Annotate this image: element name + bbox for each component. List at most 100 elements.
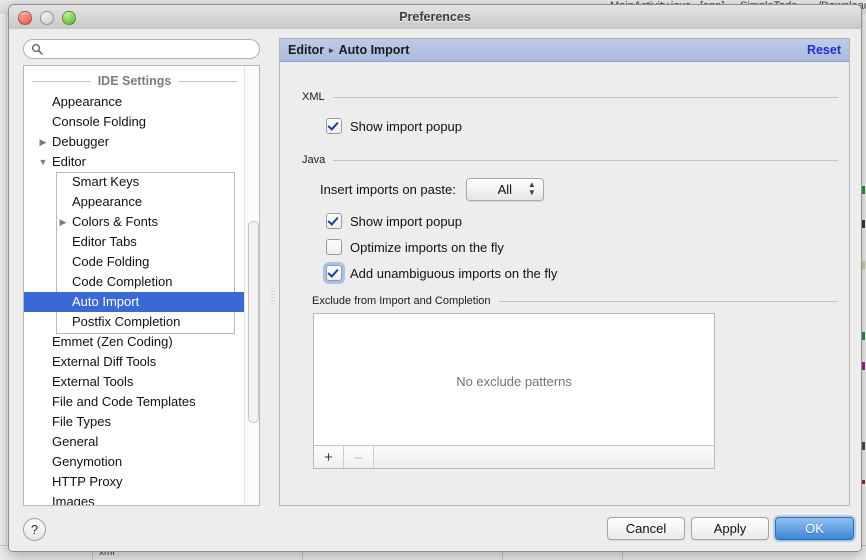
insert-imports-select[interactable]: All ▲ ▼ — [465, 178, 544, 201]
sidebar-item-postfix-completion[interactable]: Postfix Completion — [24, 312, 245, 332]
twisty-none-icon — [34, 492, 52, 505]
twisty-none-icon — [34, 412, 52, 432]
add-exclude-pattern-button[interactable]: + — [314, 446, 344, 468]
auto-import-settings-body: XML Show import popup Java Insert import… — [280, 61, 849, 505]
twisty-none-icon — [54, 172, 72, 192]
section-rule — [332, 96, 838, 98]
twisty-none-icon — [34, 332, 52, 352]
checkbox-label: Show import popup — [350, 213, 463, 229]
section-rule — [498, 300, 838, 302]
checkbox-row-optimize-imports-on-the-fly[interactable]: Optimize imports on the fly — [326, 239, 504, 255]
sidebar-item-emmet[interactable]: Emmet (Zen Coding) — [24, 332, 245, 352]
checkbox-java-show-import-popup[interactable] — [326, 213, 342, 229]
settings-tree-scroll-area: IDE Settings Appearance Console Folding — [24, 66, 245, 505]
exclude-patterns-list[interactable]: No exclude patterns + – — [313, 313, 715, 469]
sidebar-item-editor-appearance[interactable]: Appearance — [24, 192, 245, 212]
section-header-exclude: Exclude from Import and Completion — [312, 295, 838, 307]
checkbox-row-add-unambiguous-imports-on-the-fly[interactable]: Add unambiguous imports on the fly — [326, 265, 557, 281]
sidebar-item-label: Colors & Fonts — [72, 214, 158, 229]
breadcrumb-parent[interactable]: Editor — [288, 43, 324, 57]
sidebar-item-label: Code Folding — [72, 254, 150, 269]
chevron-right-icon: ▸ — [329, 44, 334, 55]
group-rule-right — [178, 80, 237, 82]
sidebar-item-label: Smart Keys — [72, 174, 140, 189]
exclude-list-toolbar: + – — [314, 445, 714, 468]
twisty-none-icon — [34, 112, 52, 132]
ok-button[interactable]: OK — [775, 517, 854, 540]
splitter-grip-icon — [271, 287, 275, 305]
sidebar-item-editor[interactable]: ▼ Editor — [24, 152, 245, 172]
chevron-right-icon[interactable]: ▶ — [34, 132, 52, 152]
settings-detail-pane: Editor ▸ Auto Import Reset XML Show impo… — [279, 38, 850, 506]
dialog-title: Preferences — [399, 10, 471, 24]
twisty-none-icon — [54, 292, 72, 312]
breadcrumb: Editor ▸ Auto Import Reset — [280, 39, 849, 62]
checkbox-add-unambiguous-imports-on-the-fly[interactable] — [326, 265, 342, 281]
cancel-button[interactable]: Cancel — [607, 517, 685, 540]
reset-link[interactable]: Reset — [807, 39, 841, 61]
sidebar-item-console-folding[interactable]: Console Folding — [24, 112, 245, 132]
sidebar-scrollbar[interactable] — [244, 66, 259, 505]
checkbox-row-java-show-import-popup[interactable]: Show import popup — [326, 213, 462, 229]
sidebar-group-label: IDE Settings — [97, 74, 172, 88]
sidebar-item-debugger[interactable]: ▶ Debugger — [24, 132, 245, 152]
twisty-none-icon — [54, 252, 72, 272]
section-header-java: Java — [302, 154, 838, 166]
twisty-none-icon — [34, 392, 52, 412]
help-button[interactable]: ? — [23, 518, 46, 541]
insert-imports-label: Insert imports on paste: — [320, 182, 456, 197]
sidebar-item-external-diff-tools[interactable]: External Diff Tools — [24, 352, 245, 372]
sidebar-item-editor-tabs[interactable]: Editor Tabs — [24, 232, 245, 252]
stepper-arrows-icon: ▲ ▼ — [527, 180, 536, 197]
sidebar-item-external-tools[interactable]: External Tools — [24, 372, 245, 392]
sidebar-item-file-types[interactable]: File Types — [24, 412, 245, 432]
twisty-none-icon — [54, 192, 72, 212]
remove-exclude-pattern-button: – — [344, 446, 374, 468]
twisty-none-icon — [34, 432, 52, 452]
apply-button[interactable]: Apply — [691, 517, 769, 540]
sidebar-item-auto-import[interactable]: Auto Import — [24, 292, 245, 312]
sidebar-scrollbar-thumb[interactable] — [248, 221, 259, 423]
settings-tree-rows: Appearance Console Folding ▶ Debugger ▼ — [24, 92, 245, 505]
exclude-empty-text: No exclude patterns — [456, 374, 572, 389]
twisty-none-icon — [34, 92, 52, 112]
sidebar-item-appearance[interactable]: Appearance — [24, 92, 245, 112]
sidebar-item-general[interactable]: General — [24, 432, 245, 452]
insert-imports-value: All — [497, 182, 513, 197]
twisty-none-icon — [34, 452, 52, 472]
checkbox-row-xml-show-import-popup[interactable]: Show import popup — [326, 118, 462, 134]
sidebar-item-genymotion[interactable]: Genymotion — [24, 452, 245, 472]
chevron-right-icon[interactable]: ▶ — [54, 212, 72, 232]
sidebar-item-file-and-code-templates[interactable]: File and Code Templates — [24, 392, 245, 412]
breadcrumb-current: Auto Import — [338, 43, 410, 57]
settings-tree: IDE Settings Appearance Console Folding — [23, 65, 260, 506]
group-rule-left — [32, 80, 91, 82]
sidebar-item-smart-keys[interactable]: Smart Keys — [24, 172, 245, 192]
sidebar-item-colors-and-fonts[interactable]: ▶ Colors & Fonts — [24, 212, 245, 232]
section-label: Java — [302, 154, 326, 166]
twisty-none-icon — [54, 272, 72, 292]
sidebar-item-label: Appearance — [72, 194, 143, 209]
sidebar-item-code-folding[interactable]: Code Folding — [24, 252, 245, 272]
pane-splitter[interactable] — [267, 65, 279, 506]
twisty-none-icon — [54, 232, 72, 252]
sidebar-item-http-proxy[interactable]: HTTP Proxy — [24, 472, 245, 492]
sidebar-item-label: Editor Tabs — [72, 234, 137, 249]
checkbox-optimize-imports-on-the-fly[interactable] — [326, 239, 342, 255]
checkbox-xml-show-import-popup[interactable] — [326, 118, 342, 134]
checkbox-label: Show import popup — [350, 118, 463, 134]
settings-sidebar: IDE Settings Appearance Console Folding — [9, 29, 273, 506]
dialog-title-bar: Preferences — [9, 5, 861, 30]
checkbox-label: Optimize imports on the fly — [350, 239, 504, 255]
dialog-footer: ? Cancel Apply OK — [9, 506, 861, 551]
section-label: XML — [302, 91, 325, 103]
preferences-dialog: Preferences IDE Settings Appearance Cons… — [8, 4, 862, 552]
toolbar-filler — [374, 446, 714, 468]
sidebar-item-code-completion[interactable]: Code Completion — [24, 272, 245, 292]
checkbox-label: Add unambiguous imports on the fly — [350, 265, 558, 281]
chevron-down-icon[interactable]: ▼ — [34, 152, 52, 172]
sidebar-item-images[interactable]: Images — [24, 492, 245, 505]
search-input[interactable] — [23, 39, 260, 59]
twisty-none-icon — [34, 372, 52, 392]
breadcrumb-items: Editor ▸ Auto Import — [280, 43, 409, 57]
